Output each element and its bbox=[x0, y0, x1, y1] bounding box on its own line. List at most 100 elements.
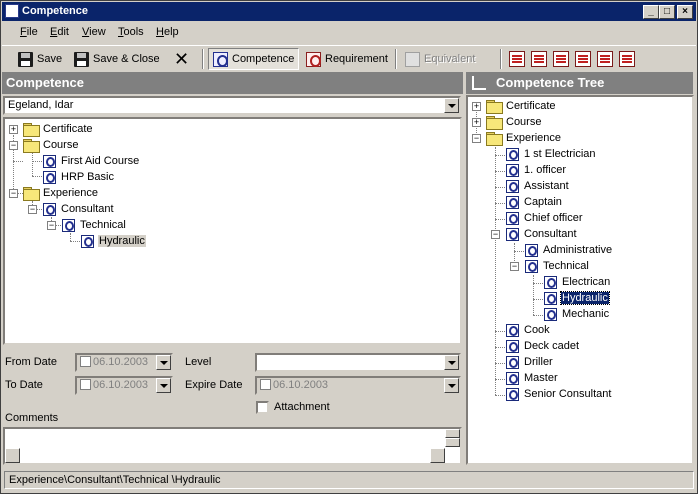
level-select[interactable] bbox=[255, 353, 461, 372]
tree-node-deck-cadet[interactable]: Deck cadet bbox=[506, 338, 580, 354]
person-select[interactable]: Egeland, Idar bbox=[3, 96, 461, 115]
report-icon[interactable] bbox=[509, 51, 525, 67]
competence-tree-panel-header: Competence Tree bbox=[466, 72, 693, 94]
chevron-down-icon[interactable] bbox=[444, 355, 459, 370]
report-person-icon[interactable] bbox=[597, 51, 613, 67]
save-close-button[interactable]: Save & Close bbox=[70, 48, 164, 70]
from-date-picker[interactable]: 06.10.2003 bbox=[75, 353, 173, 372]
competence-icon bbox=[43, 154, 56, 168]
tree-node-certificate[interactable]: Certificate bbox=[23, 121, 94, 137]
collapse-experience[interactable]: − bbox=[472, 134, 481, 143]
chevron-down-icon[interactable] bbox=[156, 378, 171, 393]
tree-node-administrative[interactable]: Administrative bbox=[525, 242, 613, 258]
competence-button[interactable]: Competence bbox=[208, 48, 300, 70]
collapse-technical[interactable]: − bbox=[510, 262, 519, 271]
tree-node-cook[interactable]: Cook bbox=[506, 322, 551, 338]
requirement-button[interactable]: Requirement bbox=[302, 48, 392, 70]
competence-icon bbox=[506, 339, 519, 353]
delete-button[interactable]: ✕ bbox=[170, 48, 193, 70]
tree-node-consultant[interactable]: Consultant bbox=[43, 201, 115, 217]
folder-open-icon bbox=[23, 138, 40, 153]
close-button[interactable]: × bbox=[677, 5, 693, 19]
x-icon: ✕ bbox=[174, 48, 190, 69]
report-stats-icon[interactable] bbox=[619, 51, 635, 67]
collapse-experience[interactable]: − bbox=[9, 189, 18, 198]
collapse-course[interactable]: − bbox=[9, 141, 18, 150]
title-bar[interactable]: Competence _ □ × bbox=[2, 2, 696, 21]
status-path: Experience\Consultant\Technical \Hydraul… bbox=[4, 471, 694, 489]
expire-date-value: 06.10.2003 bbox=[273, 379, 329, 391]
expire-date-picker[interactable]: 06.10.2003 bbox=[255, 376, 461, 395]
menu-view[interactable]: View bbox=[82, 26, 106, 38]
expand-certificate[interactable]: + bbox=[9, 125, 18, 134]
competence-icon bbox=[544, 291, 557, 305]
collapse-consultant[interactable]: − bbox=[491, 230, 500, 239]
tree-node-mechanic[interactable]: Mechanic bbox=[544, 306, 610, 322]
chevron-down-icon[interactable] bbox=[444, 378, 459, 393]
equivalent-icon bbox=[405, 51, 420, 67]
tree-node-chief-officer[interactable]: Chief officer bbox=[506, 210, 584, 226]
menu-help[interactable]: Help bbox=[156, 26, 179, 38]
tree-node-course[interactable]: Course bbox=[23, 137, 79, 153]
tree-node-hrp-basic[interactable]: HRP Basic bbox=[43, 169, 115, 185]
expand-course[interactable]: + bbox=[472, 118, 481, 127]
tree-node-certificate[interactable]: Certificate bbox=[486, 98, 557, 114]
comments-textarea[interactable] bbox=[3, 427, 462, 465]
tree-node-course[interactable]: Course bbox=[486, 114, 542, 130]
competence-icon bbox=[506, 211, 519, 225]
tree-node-1-officer[interactable]: 1. officer bbox=[506, 162, 567, 178]
expire-date-checkbox[interactable] bbox=[260, 379, 271, 390]
tree-node-master[interactable]: Master bbox=[506, 370, 559, 386]
report-multi-icon[interactable] bbox=[575, 51, 591, 67]
folder-open-icon bbox=[23, 186, 40, 201]
chevron-down-icon[interactable] bbox=[444, 98, 459, 113]
tree-node-electrican[interactable]: Electrican bbox=[544, 274, 611, 290]
tree-node-technical[interactable]: Technical bbox=[525, 258, 590, 274]
save-close-icon bbox=[74, 51, 89, 67]
collapse-technical[interactable]: − bbox=[47, 221, 56, 230]
tree-node-hydraulic[interactable]: Hydraulic bbox=[544, 290, 610, 306]
equivalent-button[interactable]: Equivalent bbox=[401, 48, 479, 70]
menu-edit[interactable]: Edit bbox=[50, 26, 69, 38]
comments-label: Comments bbox=[5, 412, 59, 424]
tree-node-hydraulic[interactable]: Hydraulic bbox=[81, 233, 146, 249]
save-button[interactable]: Save bbox=[14, 48, 66, 70]
scroll-right-button[interactable] bbox=[430, 448, 445, 463]
competence-tree: + Certificate − Course First Aid Course … bbox=[3, 117, 462, 345]
tree-node-captain[interactable]: Captain bbox=[506, 194, 563, 210]
tree-node-consultant[interactable]: Consultant bbox=[506, 226, 578, 242]
from-date-value: 06.10.2003 bbox=[93, 356, 149, 368]
menu-tools[interactable]: Tools bbox=[118, 26, 144, 38]
tree-node-driller[interactable]: Driller bbox=[506, 354, 554, 370]
expand-certificate[interactable]: + bbox=[472, 102, 481, 111]
attachment-checkbox[interactable] bbox=[256, 401, 269, 414]
expire-date-label: Expire Date bbox=[185, 379, 243, 391]
competence-icon bbox=[506, 387, 519, 401]
report-list-icon[interactable] bbox=[531, 51, 547, 67]
from-date-checkbox[interactable] bbox=[80, 356, 91, 367]
chevron-down-icon[interactable] bbox=[156, 355, 171, 370]
tree-node-senior-consultant[interactable]: Senior Consultant bbox=[506, 386, 612, 402]
scroll-down-button[interactable] bbox=[445, 438, 460, 447]
competence-icon bbox=[43, 170, 56, 184]
tree-node-experience[interactable]: Experience bbox=[23, 185, 99, 201]
tree-node-1st-electrician[interactable]: 1 st Electrician bbox=[506, 146, 597, 162]
tree-node-technical[interactable]: Technical bbox=[62, 217, 127, 233]
tree-node-experience[interactable]: Experience bbox=[486, 130, 562, 146]
scroll-left-button[interactable] bbox=[5, 448, 20, 463]
scroll-up-button[interactable] bbox=[445, 429, 460, 438]
to-date-picker[interactable]: 06.10.2003 bbox=[75, 376, 173, 395]
app-icon bbox=[5, 4, 19, 18]
collapse-consultant[interactable]: − bbox=[28, 205, 37, 214]
minimize-button[interactable]: _ bbox=[643, 5, 659, 19]
menu-file[interactable]: File bbox=[20, 26, 38, 38]
competence-icon bbox=[43, 202, 56, 216]
maximize-button[interactable]: □ bbox=[659, 5, 675, 19]
report-copy-icon[interactable] bbox=[553, 51, 569, 67]
to-date-checkbox[interactable] bbox=[80, 379, 91, 390]
competence-icon bbox=[506, 179, 519, 193]
tree-node-first-aid[interactable]: First Aid Course bbox=[43, 153, 140, 169]
toolbar: Save Save & Close ✕ Competence Requireme… bbox=[2, 45, 696, 71]
tree-node-assistant[interactable]: Assistant bbox=[506, 178, 570, 194]
competence-tree-title: Competence Tree bbox=[496, 75, 605, 90]
